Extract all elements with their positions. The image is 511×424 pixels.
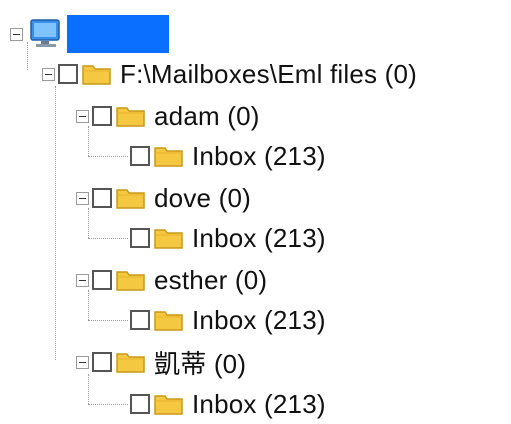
tree-node-esther-inbox[interactable]: Inbox (213)	[127, 300, 326, 340]
folder-icon	[154, 145, 184, 167]
tree-node-esther[interactable]: esther (0)	[76, 260, 267, 300]
checkbox[interactable]	[92, 270, 112, 290]
inbox-label: Inbox (213)	[192, 140, 326, 171]
inbox-label: Inbox (213)	[192, 304, 326, 335]
collapse-icon[interactable]	[76, 355, 89, 369]
checkbox[interactable]	[130, 394, 150, 414]
checkbox[interactable]	[130, 228, 150, 248]
account-label: dove (0)	[154, 182, 251, 213]
folder-icon	[82, 63, 112, 85]
tree-node-katie-inbox[interactable]: Inbox (213)	[127, 384, 326, 424]
checkbox[interactable]	[58, 64, 78, 84]
tree-connector	[88, 238, 128, 239]
account-label: adam (0)	[154, 100, 260, 131]
account-label: esther (0)	[154, 264, 268, 295]
folder-icon	[116, 105, 146, 127]
tree-node-adam[interactable]: adam (0)	[76, 96, 260, 136]
checkbox[interactable]	[130, 146, 150, 166]
tree-connector	[88, 156, 128, 157]
collapse-icon[interactable]	[76, 109, 89, 123]
checkbox[interactable]	[130, 310, 150, 330]
folder-icon	[154, 393, 184, 415]
checkbox[interactable]	[92, 188, 112, 208]
checkbox[interactable]	[92, 106, 112, 126]
computer-icon	[29, 19, 63, 49]
tree-node-katie[interactable]: 凱蒂 (0)	[76, 342, 246, 382]
folder-icon	[116, 269, 146, 291]
mailbox-tree: F:\Mailboxes\Eml files (0) adam (0) Inbo…	[0, 0, 511, 421]
checkbox[interactable]	[92, 352, 112, 372]
collapse-icon[interactable]	[10, 27, 23, 41]
collapse-icon[interactable]	[42, 67, 55, 81]
tree-node-adam-inbox[interactable]: Inbox (213)	[127, 136, 326, 176]
tree-node-dove-inbox[interactable]: Inbox (213)	[127, 218, 326, 258]
folder-icon	[116, 351, 146, 373]
account-label: 凱蒂 (0)	[154, 348, 247, 379]
tree-connector	[88, 404, 128, 405]
collapse-icon[interactable]	[76, 273, 89, 287]
tree-connector	[88, 320, 128, 321]
inbox-label: Inbox (213)	[192, 388, 326, 419]
folder-icon	[154, 227, 184, 249]
tree-node-root[interactable]	[10, 14, 169, 54]
folder-icon	[154, 309, 184, 331]
tree-node-folder-root[interactable]: F:\Mailboxes\Eml files (0)	[42, 54, 417, 94]
folder-label: F:\Mailboxes\Eml files (0)	[120, 58, 418, 89]
folder-icon	[116, 187, 146, 209]
tree-connector	[55, 86, 56, 360]
tree-node-dove[interactable]: dove (0)	[76, 178, 251, 218]
collapse-icon[interactable]	[76, 191, 89, 205]
inbox-label: Inbox (213)	[192, 222, 326, 253]
selected-node-label[interactable]	[67, 15, 169, 53]
